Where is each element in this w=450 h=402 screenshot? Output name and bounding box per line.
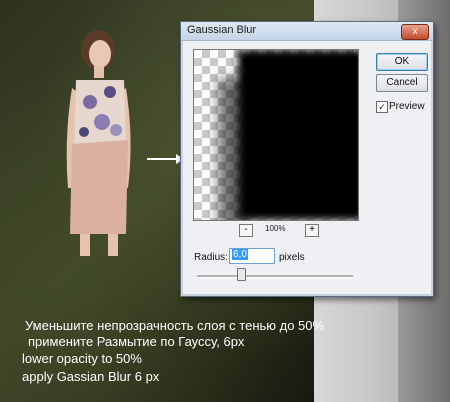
radius-slider-track[interactable] bbox=[197, 275, 353, 278]
pixels-unit-label: pixels bbox=[279, 252, 305, 263]
blur-preview-area[interactable] bbox=[193, 49, 359, 221]
close-button[interactable]: x bbox=[401, 24, 429, 40]
cancel-button[interactable]: Cancel bbox=[376, 74, 428, 92]
radius-label: Radius: bbox=[194, 252, 228, 263]
zoom-in-button[interactable]: + bbox=[305, 224, 319, 237]
zoom-level: 100% bbox=[265, 224, 286, 233]
model-figure bbox=[66, 30, 131, 256]
close-icon: x bbox=[412, 26, 418, 37]
radius-slider-thumb[interactable] bbox=[236, 268, 246, 281]
dialog-titlebar[interactable]: Gaussian Blur x bbox=[181, 22, 433, 41]
preview-blurred-shadow bbox=[238, 50, 358, 220]
gaussian-blur-dialog: Gaussian Blur x - 100% + Radius: 6,0 pix… bbox=[180, 21, 434, 297]
preview-label: Preview bbox=[389, 101, 425, 112]
caption-ru-line1: Уменьшите непрозрачность слоя с тенью до… bbox=[25, 318, 325, 333]
radius-input[interactable]: 6,0 bbox=[229, 248, 275, 264]
caption-en-line2: apply Gassian Blur 6 px bbox=[22, 369, 160, 384]
plus-icon: + bbox=[309, 224, 315, 235]
arrow-line bbox=[147, 158, 177, 160]
ok-button[interactable]: OK bbox=[376, 53, 428, 71]
dialog-title: Gaussian Blur bbox=[187, 24, 257, 36]
zoom-out-button[interactable]: - bbox=[239, 224, 253, 237]
checkmark-icon: ✓ bbox=[378, 102, 386, 112]
caption-ru-line2: примените Размытие по Гауссу, 6px bbox=[28, 334, 245, 349]
radius-value: 6,0 bbox=[232, 249, 248, 260]
caption-en-line1: lower opacity to 50% bbox=[22, 351, 142, 366]
minus-icon: - bbox=[244, 224, 248, 235]
preview-checkbox[interactable]: ✓ bbox=[376, 101, 388, 113]
